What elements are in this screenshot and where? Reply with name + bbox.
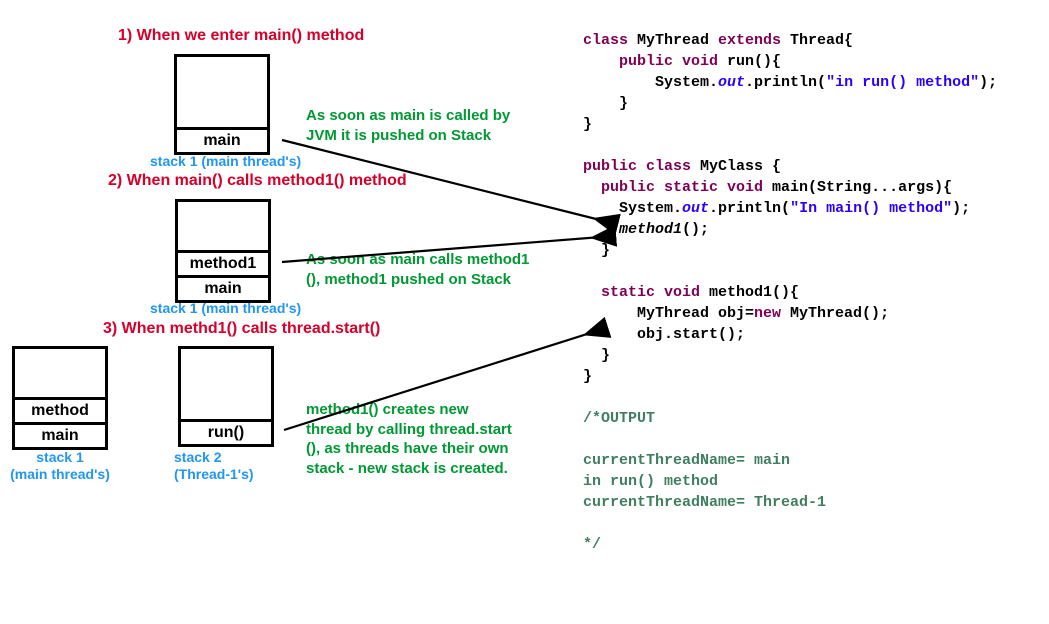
code-tok: System. [583,200,682,217]
code-tok: ); [979,74,997,91]
code-tok: MyClass { [691,158,781,175]
code-tok: MyThread(); [781,305,889,322]
stack-3a-caption-l1: stack 1 [36,449,83,465]
stack-3a-caption: stack 1 (main thread's) [8,449,112,483]
stack-2: method1 main [175,199,271,303]
code-tok: new [754,305,781,322]
stack-3b-caption: stack 2 (Thread-1's) [174,449,274,483]
code-tok: static void [601,284,700,301]
annotation-1-line-2: JVM it is pushed on Stack [306,127,491,144]
code-tok: System. [583,74,718,91]
code-tok: out [682,200,709,217]
code-tok: class [583,32,628,49]
code-tok: public static void [601,179,763,196]
section-3-title: 3) When methd1() calls thread.start() [103,320,380,338]
stack-2-caption: stack 1 (main thread's) [150,300,301,317]
stack-1-empty [177,57,267,127]
code-tok: MyThread [628,32,718,49]
code-tok: /*OUTPUT [583,410,655,427]
stack-1-caption: stack 1 (main thread's) [150,153,301,170]
code-tok: in run() method [583,473,718,490]
code-tok: (); [682,221,709,238]
code-tok: extends [718,32,781,49]
stack-3b-caption-l1: stack 2 [174,449,221,465]
code-tok: obj.start(); [583,326,745,343]
code-tok [583,221,619,238]
code-tok [583,284,601,301]
stack-3b-cell-run: run() [181,419,271,444]
annotation-3: method1() creates new thread by calling … [306,400,512,478]
code-tok: } [583,116,592,133]
annotation-1: As soon as main is called by JVM it is p… [306,106,510,145]
code-tok: ); [952,200,970,217]
code-tok: */ [583,536,601,553]
code-tok: .println( [745,74,826,91]
stack-3a: method main [12,346,108,450]
code-tok: main(String...args){ [763,179,952,196]
annotation-3-line-3: (), as threads have their own [306,440,509,457]
annotation-3-line-2: thread by calling thread.start [306,421,512,438]
code-tok: currentThreadName= main [583,452,790,469]
code-tok: out [718,74,745,91]
diagram-canvas: 1) When we enter main() method main stac… [0,0,1049,624]
code-tok: run(){ [718,53,781,70]
annotation-2: As soon as main calls method1 (), method… [306,250,529,289]
stack-3a-cell-method: method [15,397,105,422]
code-block: class MyThread extends Thread{ public vo… [583,30,997,555]
code-tok: method1 [619,221,682,238]
annotation-3-line-4: stack - new stack is created. [306,460,508,477]
annotation-2-line-2: (), method1 pushed on Stack [306,271,511,288]
stack-2-empty [178,202,268,250]
code-tok: "in run() method" [826,74,979,91]
stack-2-cell-main: main [178,275,268,300]
code-tok: .println( [709,200,790,217]
code-tok: method1(){ [700,284,799,301]
code-tok: "In main() method" [790,200,952,217]
code-tok: public class [583,158,691,175]
stack-3b: run() [178,346,274,447]
stack-3a-caption-l2: (main thread's) [10,466,110,482]
code-tok: currentThreadName= Thread-1 [583,494,826,511]
code-tok: } [583,368,592,385]
stack-1-cell-main: main [177,127,267,152]
code-tok: Thread{ [781,32,853,49]
code-tok [583,179,601,196]
code-tok [583,53,619,70]
stack-1: main [174,54,270,155]
annotation-2-line-1: As soon as main calls method1 [306,251,529,268]
stack-3b-empty [181,349,271,419]
stack-3a-cell-main: main [15,422,105,447]
code-tok: } [583,347,610,364]
annotation-3-line-1: method1() creates new [306,401,469,418]
code-tok: } [583,95,628,112]
annotation-1-line-1: As soon as main is called by [306,107,510,124]
stack-3a-empty [15,349,105,397]
section-2-title: 2) When main() calls method1() method [108,172,407,190]
code-tok: public void [619,53,718,70]
section-1-title: 1) When we enter main() method [118,27,364,45]
code-tok: MyThread obj= [583,305,754,322]
code-tok: } [583,242,610,259]
stack-2-cell-method1: method1 [178,250,268,275]
stack-3b-caption-l2: (Thread-1's) [174,466,254,482]
